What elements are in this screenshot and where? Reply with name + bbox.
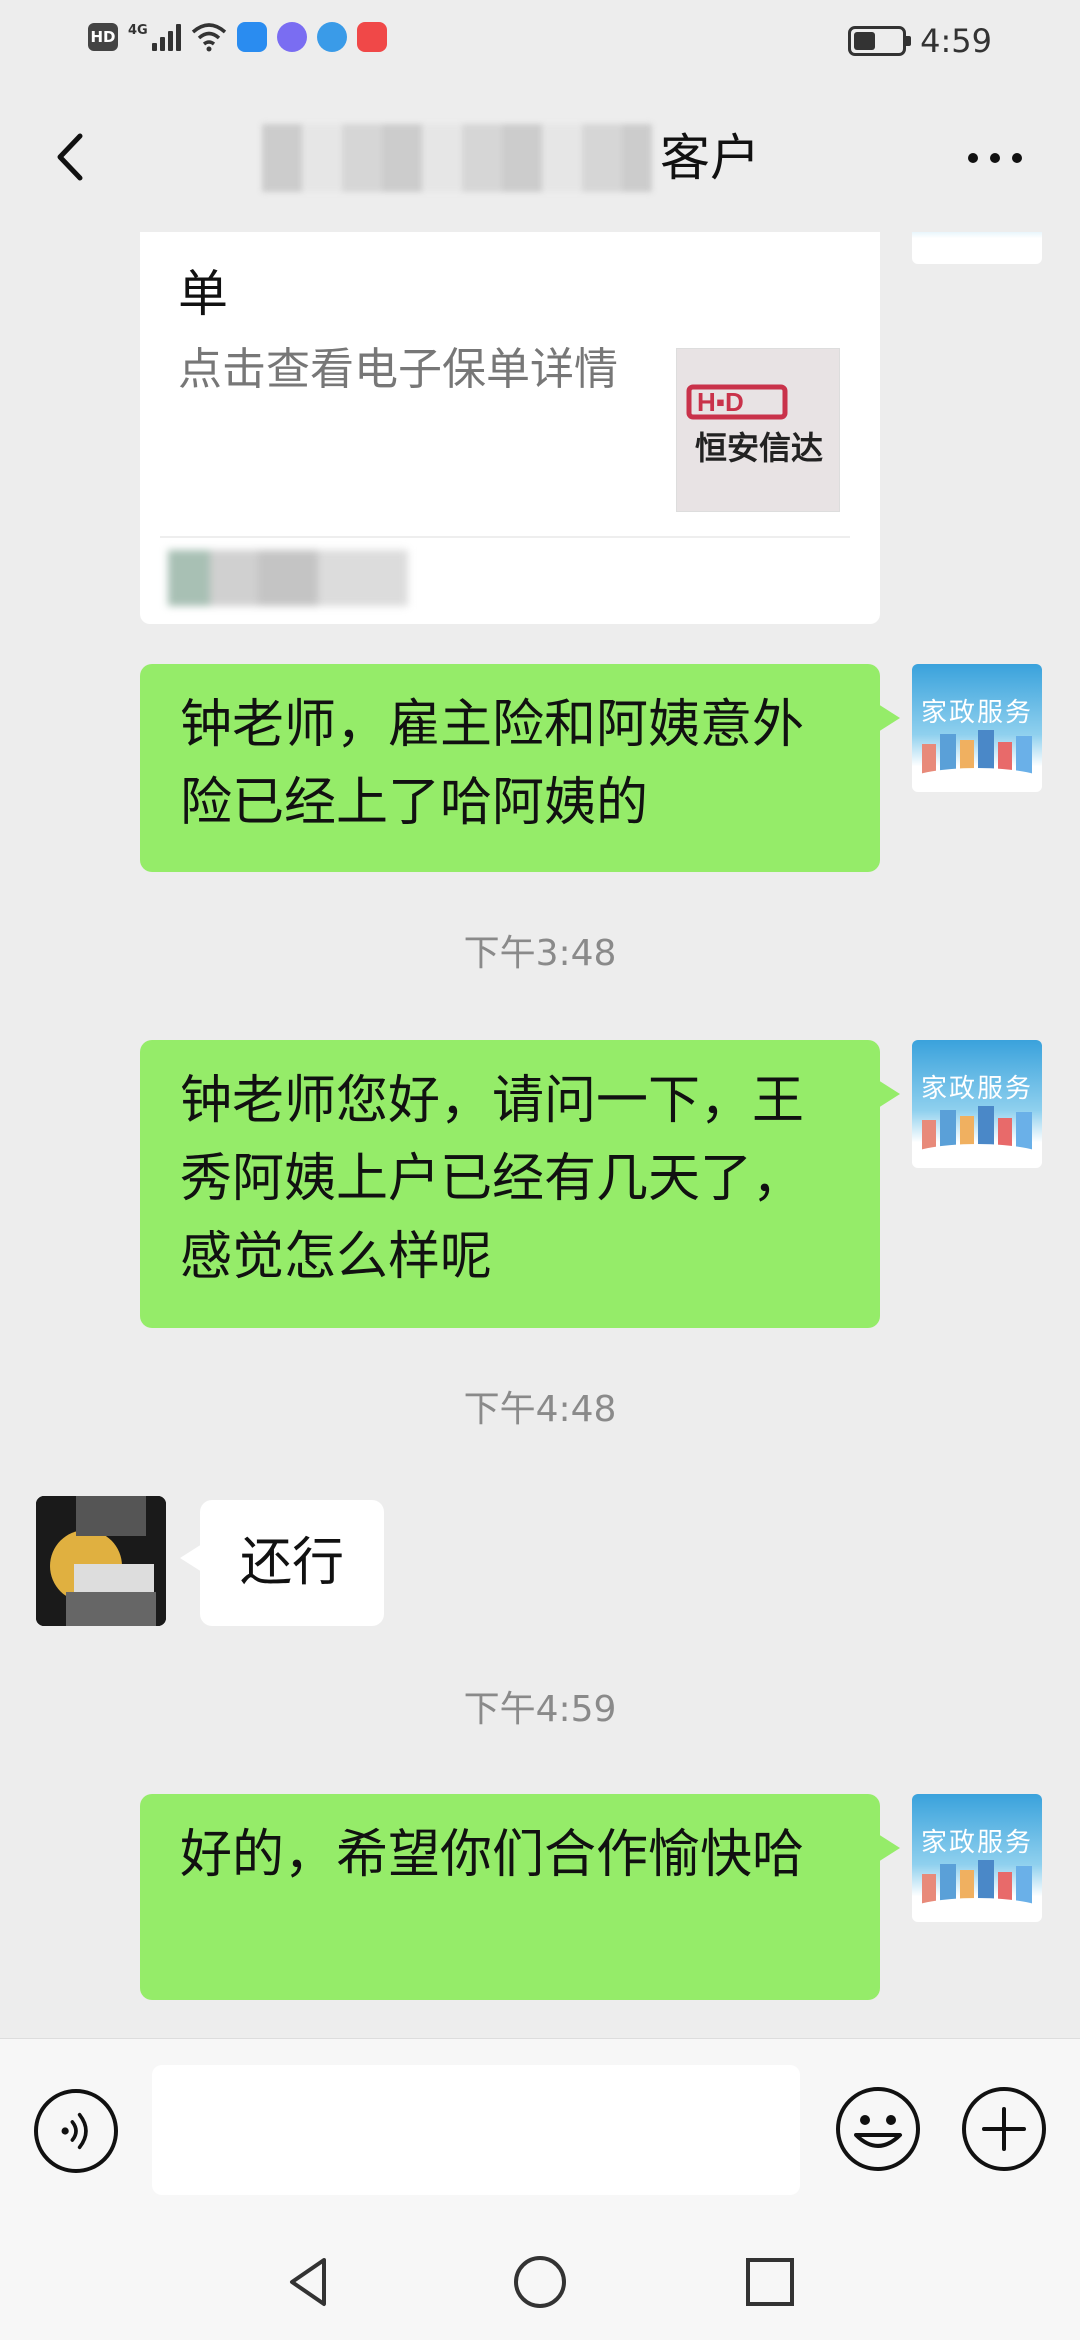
outgoing-message[interactable]: 钟老师，雇主险和阿姨意外险已经上了哈阿姨的 (140, 664, 900, 872)
input-bar (0, 2038, 1080, 2218)
status-bar: HD 4G 4:59 (0, 0, 1080, 82)
chat-header: 客户 (0, 82, 1080, 232)
insurer-logo: H▪D 恒安信达 (686, 384, 823, 467)
card-title: 单 (178, 265, 228, 323)
my-avatar[interactable]: 家政服务 (912, 1794, 1042, 1922)
card-thumbnail: H▪D 恒安信达 (676, 348, 840, 512)
more-options-icon[interactable] (950, 126, 1040, 190)
chat-title: 客户 (660, 129, 760, 187)
svg-text:H▪D: H▪D (697, 387, 744, 417)
status-left-icons: HD 4G (88, 22, 387, 52)
voice-input-icon[interactable] (34, 2089, 118, 2173)
outgoing-message[interactable]: 钟老师您好，请问一下，王秀阿姨上户已经有几天了，感觉怎么样呢 (140, 1040, 900, 1328)
hd-badge: HD (88, 23, 118, 51)
timestamp: 下午4:48 (463, 1389, 617, 1430)
card-source-redacted (168, 550, 408, 606)
battery-icon (848, 26, 912, 56)
clock: 4:59 (920, 22, 992, 60)
wifi-icon (191, 23, 226, 52)
message-list[interactable]: 单 点击查看电子保单详情 H▪D 恒安信达 钟老师，雇主险和阿姨意外险已经上了哈… (0, 232, 1080, 2038)
my-avatar[interactable]: 家政服务 (912, 1040, 1042, 1168)
svg-text:恒安信达: 恒安信达 (695, 429, 823, 467)
contact-avatar[interactable] (36, 1496, 166, 1626)
music-app-icon (276, 22, 307, 52)
message-input[interactable] (152, 2065, 800, 2195)
battery-level (854, 32, 875, 50)
red-app-icon (356, 22, 387, 52)
cloud-app-icon (236, 22, 267, 52)
timestamp: 下午3:48 (463, 933, 617, 974)
incoming-message[interactable]: 还行 (179, 1500, 385, 1626)
my-avatar[interactable] (912, 232, 1042, 264)
timestamp: 下午4:59 (463, 1689, 617, 1730)
add-attachment-icon[interactable] (960, 2085, 1048, 2173)
chat-title-redacted (262, 124, 652, 192)
network-type: 4G (128, 22, 148, 38)
emoji-icon[interactable] (834, 2085, 922, 2173)
browser-app-icon (316, 22, 347, 52)
back-arrow-icon[interactable] (40, 122, 110, 192)
nav-recents-icon[interactable] (740, 2252, 800, 2312)
my-avatar[interactable]: 家政服务 (912, 664, 1042, 792)
nav-home-icon[interactable] (510, 2252, 570, 2312)
status-right-icons: 4:59 (848, 22, 992, 60)
policy-card[interactable]: 单 点击查看电子保单详情 H▪D 恒安信达 (140, 232, 880, 624)
nav-back-icon[interactable] (280, 2252, 340, 2312)
outgoing-message[interactable]: 好的，希望你们合作愉快哈 (140, 1794, 900, 2000)
signal-icon (151, 23, 181, 51)
card-description: 点击查看电子保单详情 (178, 344, 618, 395)
card-divider (160, 536, 850, 538)
system-nav-bar (0, 2218, 1080, 2340)
